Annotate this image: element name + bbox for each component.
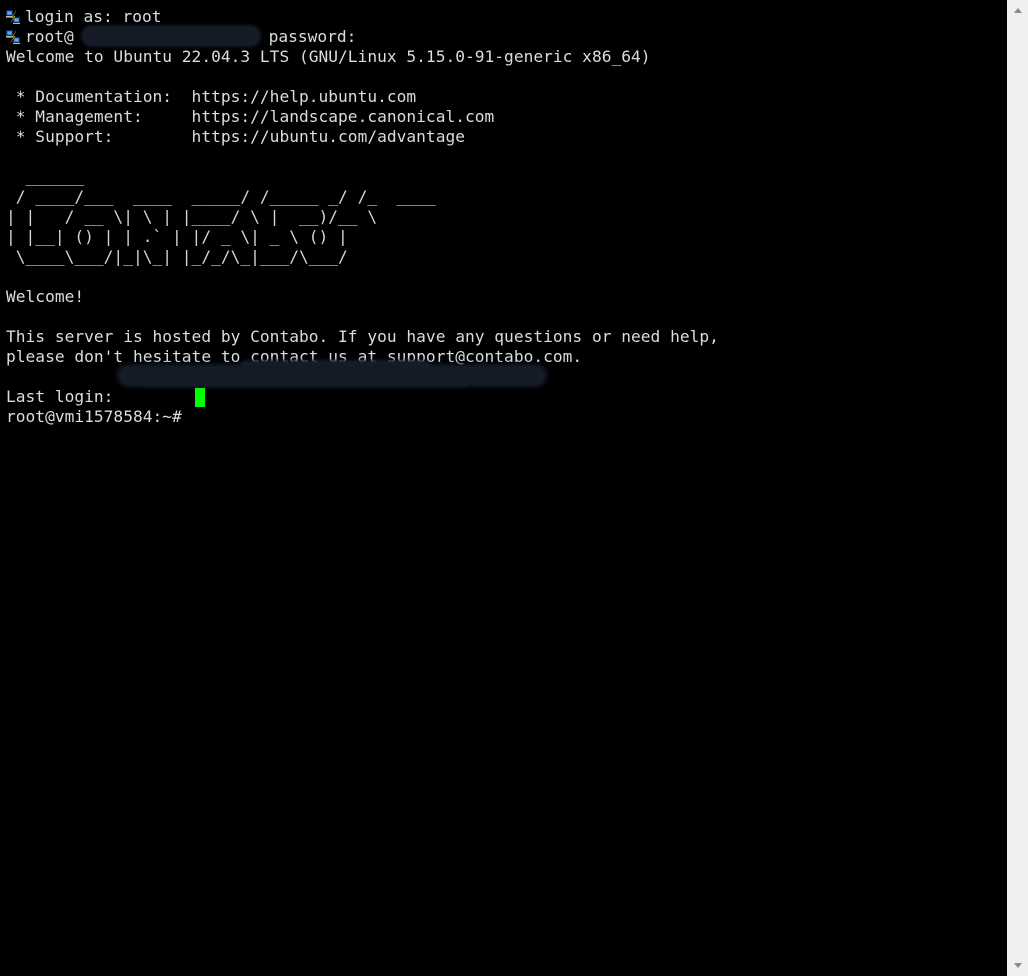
ascii-banner-line: \____\___/|_|\_| |_/_/\_|___/\___/ — [6, 247, 348, 266]
terminal-line: * Documentation: https://help.ubuntu.com — [6, 87, 417, 106]
scrollbar-thumb[interactable] — [1007, 21, 1028, 955]
ascii-banner-line: ______ — [6, 167, 85, 186]
scrollbar-track[interactable] — [1007, 21, 1028, 955]
chevron-down-icon — [1013, 963, 1022, 968]
ascii-banner-line: / ____/___ ____ _____/ /_____ _/ /_ ____ — [6, 187, 436, 206]
terminal-line: root@ password: — [6, 27, 1006, 47]
scroll-up-arrow-icon[interactable] — [1007, 0, 1028, 21]
chevron-up-icon — [1013, 8, 1022, 13]
terminal-line-welcome: Welcome! — [6, 287, 85, 306]
putty-terminal-window: login as: root root@ password: Welcome t… — [0, 0, 1028, 976]
terminal-line: This server is hosted by Contabo. If you… — [6, 327, 719, 346]
putty-connection-icon — [6, 10, 20, 24]
terminal-line-text: login as: root — [25, 7, 162, 26]
scroll-down-arrow-icon[interactable] — [1007, 955, 1028, 976]
ascii-banner-line: | |__| () | | .` | |/ _ \| _ \ () | — [6, 227, 348, 246]
terminal-scrollbar[interactable] — [1006, 0, 1028, 976]
terminal-line: please don't hesitate to contact us at s… — [6, 347, 583, 366]
terminal-output-area[interactable]: login as: root root@ password: Welcome t… — [0, 0, 1006, 976]
terminal-line: Welcome to Ubuntu 22.04.3 LTS (GNU/Linux… — [6, 47, 651, 66]
terminal-prompt-line[interactable]: root@vmi1578584:~# — [6, 407, 1006, 427]
ascii-banner-line: | | / __ \| \ | |____/ \ | __)/__ \ — [6, 207, 378, 226]
terminal-line-last-login: Last login: — [6, 387, 114, 406]
terminal-line: login as: root — [6, 7, 1006, 27]
terminal-line: * Management: https://landscape.canonica… — [6, 107, 495, 126]
putty-connection-icon — [6, 30, 20, 44]
terminal-line-text: root@ password: — [25, 27, 357, 46]
terminal-cursor — [195, 388, 205, 407]
terminal-line: * Support: https://ubuntu.com/advantage — [6, 127, 465, 146]
